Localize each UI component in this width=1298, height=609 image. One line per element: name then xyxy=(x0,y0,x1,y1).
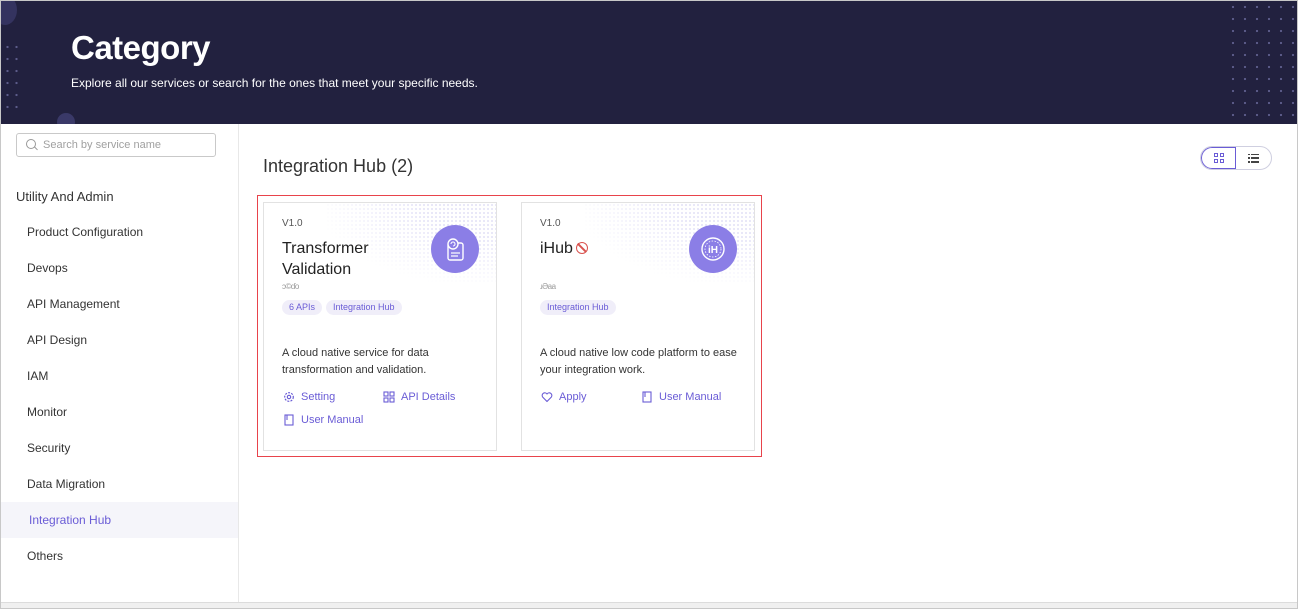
tag-category: Integration Hub xyxy=(540,300,616,315)
book-icon xyxy=(284,414,294,426)
api-details-link[interactable]: API Details xyxy=(383,391,455,403)
service-card-transformer-validation[interactable]: V1.0 Transformer Validation ɔ©ɗo 6 APIs … xyxy=(263,202,497,451)
card-title: iHub xyxy=(540,240,573,257)
card-meta: ɹƏaa xyxy=(540,282,556,291)
list-icon xyxy=(1248,153,1260,163)
card-tags: Integration Hub xyxy=(540,300,616,315)
sidebar-item-security[interactable]: Security xyxy=(1,430,238,466)
sidebar-item-others[interactable]: Others xyxy=(1,538,238,574)
sidebar-item-integration-hub[interactable]: Integration Hub xyxy=(1,502,238,538)
card-version: V1.0 xyxy=(540,218,561,229)
heart-icon xyxy=(541,392,553,403)
user-manual-link[interactable]: User Manual xyxy=(641,391,721,403)
decorative-shape xyxy=(57,113,75,124)
category-sidebar: Utility And Admin Product Configuration … xyxy=(1,124,239,602)
sidebar-item-monitor[interactable]: Monitor xyxy=(1,394,238,430)
grid-icon xyxy=(1213,153,1224,163)
apply-link[interactable]: Apply xyxy=(541,391,587,403)
tag-category: Integration Hub xyxy=(326,300,402,315)
sidebar-item-product-configuration[interactable]: Product Configuration xyxy=(1,214,238,250)
card-description: A cloud native low code platform to ease… xyxy=(540,347,737,376)
category-group-title: Utility And Admin xyxy=(16,189,114,204)
sidebar-item-devops[interactable]: Devops xyxy=(1,250,238,286)
search-icon xyxy=(26,138,39,152)
user-manual-label: User Manual xyxy=(659,391,722,403)
card-meta: ɔ©ɗo xyxy=(282,282,299,291)
api-details-label: API Details xyxy=(401,391,456,403)
search-box[interactable] xyxy=(16,133,216,157)
ihub-logo-text: iH xyxy=(708,245,718,256)
category-list: Product Configuration Devops API Managem… xyxy=(1,214,238,574)
ihub-logo-icon: iH xyxy=(689,225,737,273)
category-header: Category Explore all our services or sea… xyxy=(1,1,1297,124)
ban-icon xyxy=(575,242,588,254)
view-toggle xyxy=(1200,146,1272,170)
card-title-wrap[interactable]: iHub xyxy=(540,238,680,259)
grid-icon xyxy=(383,391,395,403)
user-manual-link[interactable]: User Manual xyxy=(283,414,363,426)
sidebar-item-api-design[interactable]: API Design xyxy=(1,322,238,358)
apply-label: Apply xyxy=(559,391,587,403)
decorative-dots xyxy=(3,41,21,113)
search-input[interactable] xyxy=(43,139,203,151)
card-tags: 6 APIs Integration Hub xyxy=(282,300,402,315)
sidebar-item-api-management[interactable]: API Management xyxy=(1,286,238,322)
page-subtitle: Explore all our services or search for t… xyxy=(71,76,478,90)
section-title: Integration Hub (2) xyxy=(263,156,414,176)
decorative-dots xyxy=(1227,1,1297,124)
book-icon xyxy=(642,391,652,403)
decorative-shape xyxy=(1,1,17,25)
list-view-button[interactable] xyxy=(1236,147,1271,169)
user-manual-label: User Manual xyxy=(301,414,364,426)
setting-label: Setting xyxy=(301,391,336,403)
grid-view-button[interactable] xyxy=(1201,147,1237,169)
transformer-logo-icon xyxy=(431,225,479,273)
service-card-ihub[interactable]: V1.0 iHub ɹƏaa Integration Hub iH A clou… xyxy=(521,202,755,451)
sidebar-item-data-migration[interactable]: Data Migration xyxy=(1,466,238,502)
horizontal-scrollbar[interactable] xyxy=(1,602,1297,608)
card-version: V1.0 xyxy=(282,218,303,229)
setting-link[interactable]: Setting xyxy=(283,391,335,403)
gear-icon xyxy=(284,392,294,402)
sidebar-item-iam[interactable]: IAM xyxy=(1,358,238,394)
tag-apis: 6 APIs xyxy=(282,300,323,315)
card-description: A cloud native service for data transfor… xyxy=(282,347,429,376)
card-title[interactable]: Transformer Validation xyxy=(282,238,422,280)
page-title: Category xyxy=(71,29,211,66)
